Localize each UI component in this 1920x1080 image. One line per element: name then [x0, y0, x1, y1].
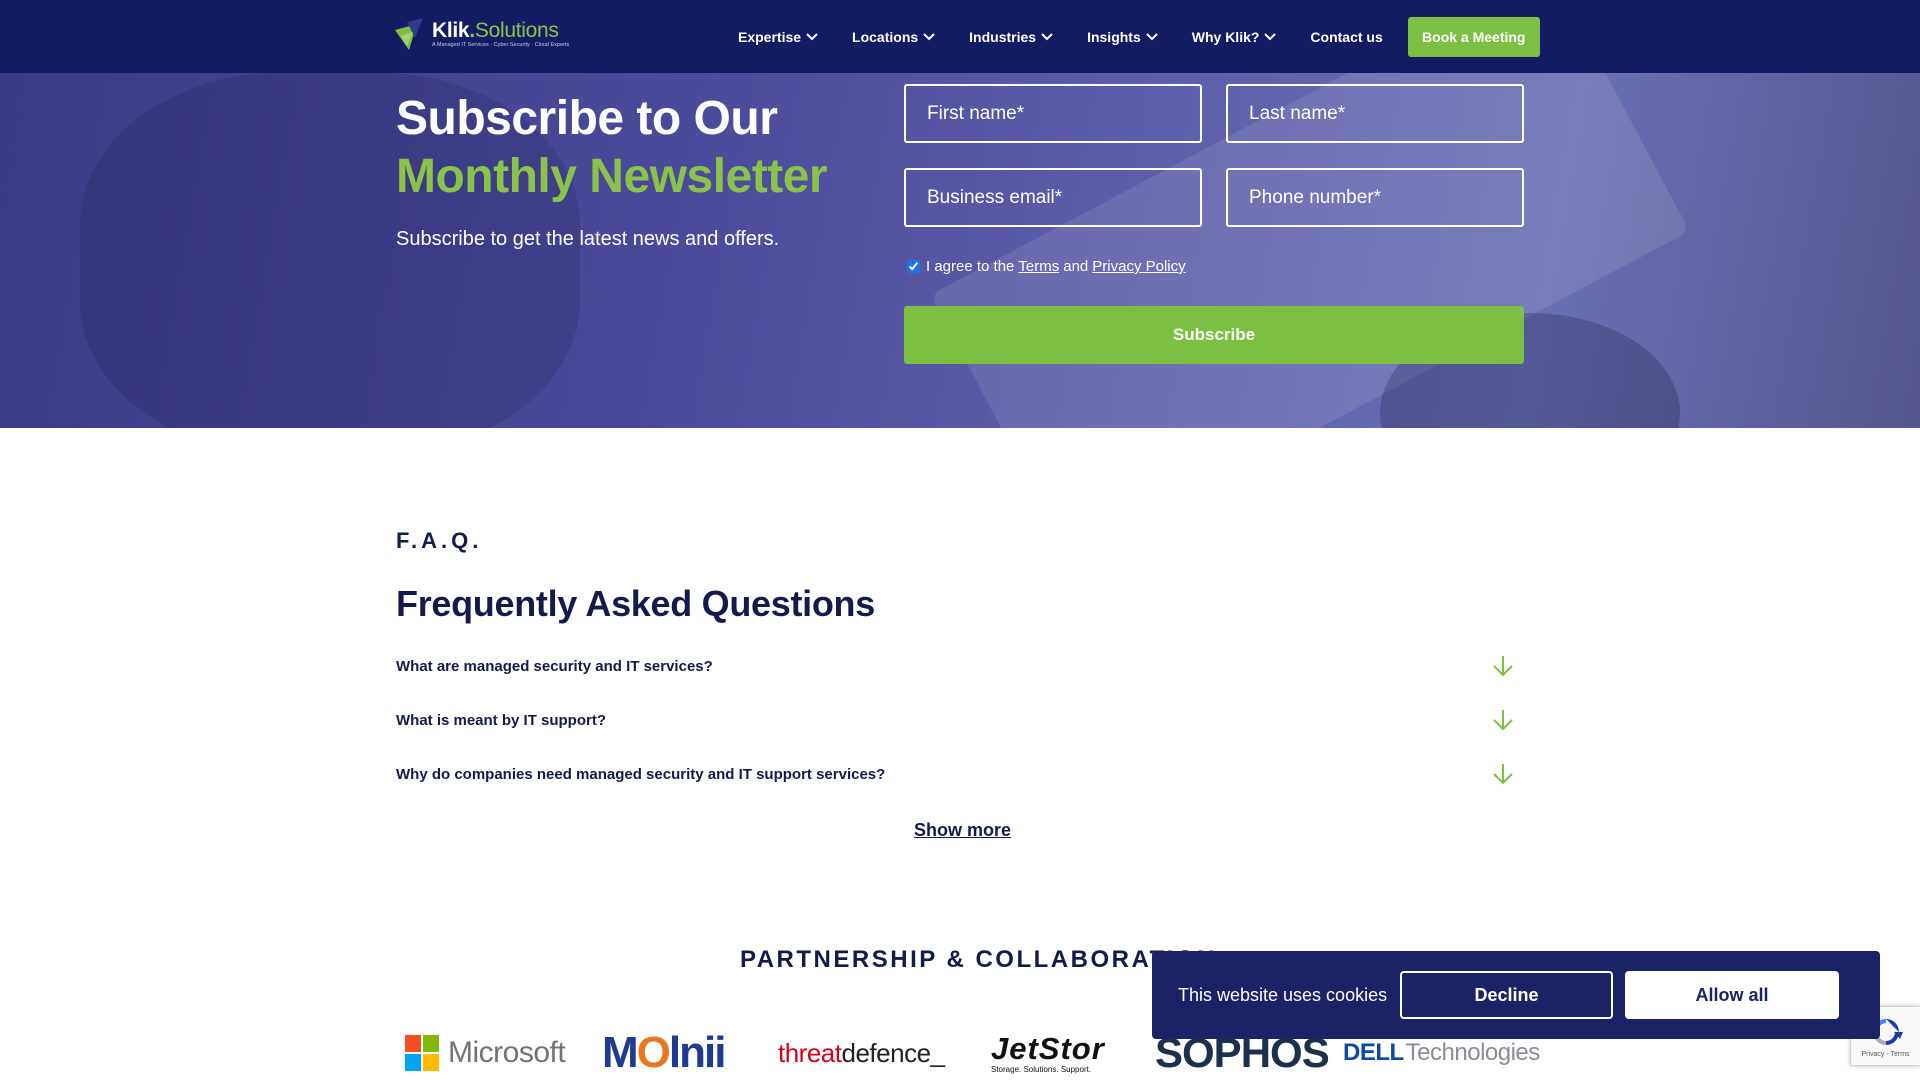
terms-link[interactable]: Terms	[1018, 258, 1059, 275]
last-name-field[interactable]	[1226, 84, 1524, 143]
faq-item[interactable]: What are managed security and IT service…	[396, 651, 1524, 681]
logo-name: Klik.Solutions	[432, 18, 559, 42]
faq-title: Frequently Asked Questions	[396, 583, 875, 624]
privacy-policy-link[interactable]: Privacy Policy	[1092, 258, 1185, 275]
nav-item-industries[interactable]: Industries	[969, 29, 1053, 45]
nav-item-why-klik[interactable]: Why Klik?	[1192, 29, 1277, 45]
logo-mark-icon	[395, 18, 423, 50]
arrow-down-icon	[1493, 710, 1513, 731]
faq-item[interactable]: Why do companies need managed security a…	[396, 759, 1524, 789]
chevron-down-icon	[1146, 32, 1158, 40]
faq-item[interactable]: What is meant by IT support?	[396, 705, 1524, 735]
logo-tagline: A Managed IT Services · Cyber Security ·…	[432, 41, 570, 48]
first-name-field[interactable]	[904, 84, 1202, 143]
faq-question: What are managed security and IT service…	[396, 657, 713, 675]
allow-all-cookies-button[interactable]: Allow all	[1625, 971, 1839, 1019]
newsletter-title-line2: Monthly Newsletter	[396, 150, 828, 203]
site-header: Klik.Solutions A Managed IT Services · C…	[0, 0, 1920, 73]
cookie-text: This website uses cookies	[1178, 984, 1388, 1005]
jetstor-tagline: Storage. Solutions. Support.	[991, 1064, 1092, 1074]
agree-and: and	[1063, 258, 1089, 275]
partners-title: PARTNERSHIP & COLLABORATION	[740, 946, 1217, 973]
chevron-down-icon	[1041, 32, 1053, 40]
chevron-down-icon	[1264, 32, 1277, 40]
nav-item-locations[interactable]: Locations	[852, 29, 935, 45]
agree-terms-row: I agree to the Terms and Privacy Policy	[907, 258, 1190, 275]
show-more-link[interactable]: Show more	[914, 820, 1011, 841]
newsletter-title-line1: Subscribe to Our	[396, 92, 778, 145]
phone-number-field[interactable]	[1226, 168, 1524, 227]
nav-label: Insights	[1087, 28, 1141, 45]
nav-label: Expertise	[738, 28, 802, 45]
nav-item-insights[interactable]: Insights	[1087, 29, 1158, 45]
faq-question: What is meant by IT support?	[396, 711, 607, 729]
nav-item-contact[interactable]: Contact us	[1310, 29, 1382, 45]
newsletter-title: Subscribe to Our Monthly Newsletter	[396, 90, 828, 206]
nav-label: Locations	[852, 28, 919, 45]
logo-text: Klik.Solutions A Managed IT Services · C…	[432, 18, 570, 49]
arrow-down-icon	[1493, 764, 1513, 785]
partner-logo-molnii: M Olnii	[602, 1028, 726, 1077]
site-logo[interactable]: Klik.Solutions A Managed IT Services · C…	[393, 16, 583, 52]
subscribe-button[interactable]: Subscribe	[904, 306, 1524, 364]
nav-item-expertise[interactable]: Expertise	[738, 29, 818, 45]
nav-label: Industries	[969, 28, 1037, 45]
microsoft-grid-icon	[405, 1035, 439, 1071]
partner-logo-jetstor: JetStor Storage. Solutions. Support.	[991, 1028, 1105, 1078]
decline-cookies-button[interactable]: Decline	[1400, 971, 1613, 1019]
main-nav: Expertise Locations Industries Insights …	[738, 0, 1540, 73]
faq-eyebrow: F.A.Q.	[396, 528, 483, 553]
chevron-down-icon	[923, 32, 935, 40]
arrow-down-icon	[1493, 656, 1513, 677]
faq-question: Why do companies need managed security a…	[396, 765, 886, 783]
newsletter-subtitle: Subscribe to get the latest news and off…	[396, 228, 780, 250]
book-meeting-button[interactable]: Book a Meeting	[1407, 16, 1540, 57]
nav-label: Contact us	[1310, 28, 1383, 45]
nav-label: Why Klik?	[1191, 28, 1260, 45]
agree-prefix: I agree to the	[926, 258, 1015, 275]
cookie-banner: This website uses cookies Decline Allow …	[1152, 951, 1880, 1039]
partner-logo-microsoft: Microsoft	[405, 1028, 566, 1078]
partner-logo-threatdefence: threat defence_	[778, 1037, 945, 1068]
newsletter-section: Subscribe to Our Monthly Newsletter Subs…	[0, 73, 1920, 428]
chevron-down-icon	[806, 32, 818, 40]
jetstor-wordmark: JetStor	[991, 1030, 1105, 1066]
microsoft-wordmark: Microsoft	[448, 1036, 566, 1069]
business-email-field[interactable]	[904, 168, 1202, 227]
agree-terms-checkbox[interactable]	[907, 260, 920, 273]
recaptcha-links[interactable]: Privacy - Terms	[1861, 1051, 1909, 1058]
